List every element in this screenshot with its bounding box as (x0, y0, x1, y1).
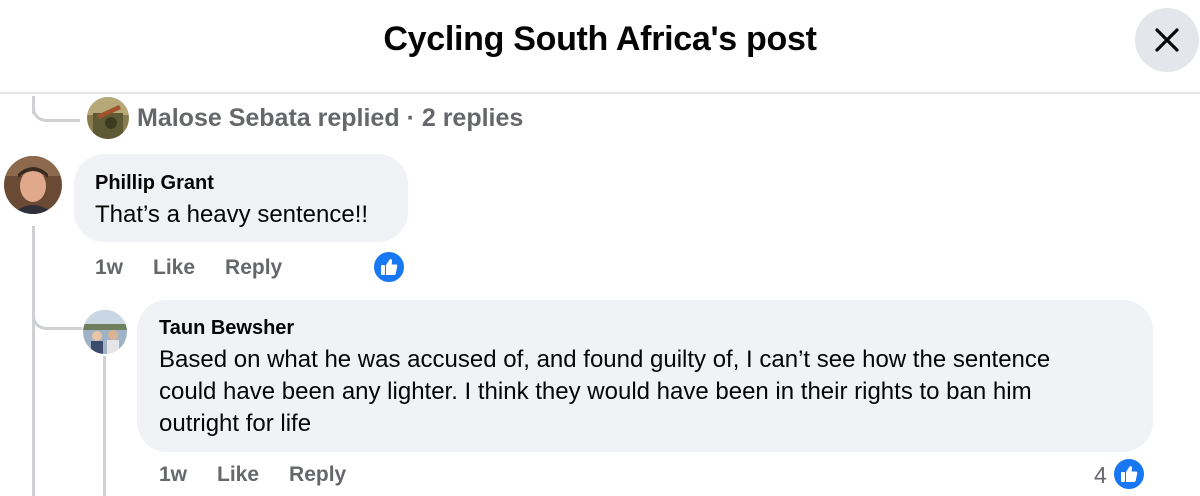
comment-text-line: Based on what he was accused of, and fou… (159, 346, 1051, 373)
reaction-count[interactable]: 4 (1094, 462, 1107, 489)
comment-author[interactable]: Phillip Grant (95, 172, 214, 195)
avatar[interactable] (87, 97, 129, 139)
reply-button[interactable]: Reply (289, 463, 346, 487)
comment-author[interactable]: Taun Bewsher (159, 317, 294, 340)
comment-time[interactable]: 1w (159, 463, 187, 487)
reaction-badge[interactable] (372, 250, 406, 284)
comment-text: That’s a heavy sentence!! (95, 201, 369, 228)
replied-author: Malose Sebata replied (137, 104, 400, 132)
thread-line (103, 356, 106, 496)
reaction-badge[interactable] (1112, 457, 1146, 491)
thread-line (32, 226, 35, 496)
thread-connector (32, 96, 80, 122)
comment-time[interactable]: 1w (95, 256, 123, 280)
comment-actions: 1w Like Reply (159, 463, 346, 487)
replies-summary[interactable]: Malose Sebata replied · 2 replies (137, 104, 523, 133)
avatar[interactable] (4, 156, 62, 214)
post-header: Cycling South Africa's post (0, 0, 1200, 94)
avatar[interactable] (83, 310, 127, 354)
like-thumb-icon (1121, 466, 1138, 482)
reply-button[interactable]: Reply (225, 256, 282, 280)
replies-count: 2 replies (421, 104, 524, 132)
like-button[interactable]: Like (153, 256, 195, 280)
comment-text-line: outright for life (159, 410, 312, 437)
page-title: Cycling South Africa's post (383, 20, 817, 58)
comment-actions: 1w Like Reply (95, 256, 282, 280)
comment-text-line: could have been any lighter. I think the… (159, 378, 1032, 405)
thread-connector (32, 290, 82, 330)
close-icon (1155, 28, 1179, 52)
like-button[interactable]: Like (217, 463, 259, 487)
comment-text: Based on what he was accused of, and fou… (159, 344, 1050, 440)
close-button[interactable] (1135, 8, 1199, 72)
separator: · (406, 104, 415, 132)
like-thumb-icon (381, 259, 398, 275)
